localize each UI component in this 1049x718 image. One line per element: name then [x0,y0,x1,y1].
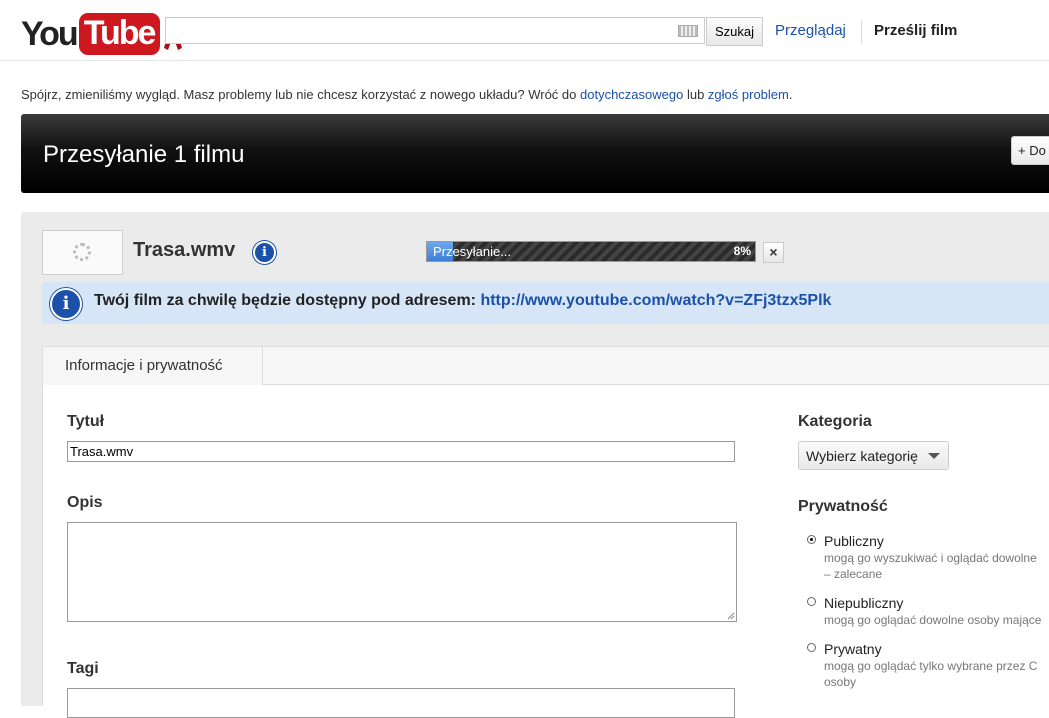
nav-divider [861,20,862,44]
privacy-private-desc: mogą go oglądać tylko wybrane przez C [824,659,1038,673]
page-title: Przesyłanie 1 filmu [43,141,245,168]
privacy-private-label[interactable]: Prywatny [824,641,882,657]
progress-label: Przesyłanie... [433,244,512,259]
category-label: Kategoria [798,413,872,430]
privacy-radio-private[interactable] [807,643,816,652]
tags-label: Tagi [67,660,99,677]
privacy-unlisted-label[interactable]: Niepubliczny [824,595,903,611]
resize-handle-icon[interactable] [727,612,735,620]
upload-item-panel: Trasa.wmv i Przesyłanie... 8% × i Twój f… [21,212,1049,718]
video-thumbnail [42,230,123,275]
info-icon[interactable]: i [253,241,276,264]
description-label: Opis [67,494,103,511]
privacy-public-desc: mogą go wyszukiwać i oglądać dowolne [824,551,1037,565]
layout-notice-middle: lub [683,87,708,102]
cancel-upload-button[interactable]: × [763,242,784,263]
upload-progress-bar: Przesyłanie... 8% [426,241,756,262]
logo-tube-text: Tube [78,13,161,55]
nav-upload-link[interactable]: Prześlij film [874,22,957,39]
layout-notice-end: . [788,87,793,102]
description-field[interactable] [67,522,737,622]
report-problem-link[interactable]: zgłoś problem [708,87,789,102]
old-layout-link[interactable]: dotychczasowego [580,87,683,102]
file-name: Trasa.wmv [133,239,236,261]
search-button[interactable]: Szukaj [706,17,763,46]
privacy-radio-public[interactable] [807,535,816,544]
tags-field[interactable] [67,688,735,718]
layout-notice: Spójrz, zmieniliśmy wygląd. Masz problem… [21,87,792,102]
video-url-label: Twój film za chwilę będzie dostępny pod … [94,292,481,309]
logo-you-text: You [21,14,79,53]
progress-percent: 8% [733,244,751,258]
layout-notice-text: Spójrz, zmieniliśmy wygląd. Masz problem… [21,87,580,102]
search-input[interactable] [165,17,705,44]
chevron-down-icon [928,453,940,459]
video-url-link[interactable]: http://www.youtube.com/watch?v=ZFj3tzx5P… [480,292,831,309]
youtube-logo[interactable]: You Tube [21,10,184,58]
header-divider [0,60,1049,61]
privacy-public-desc-2: – zalecane [824,567,883,581]
tab-info-privacy[interactable]: Informacje i prywatność [43,347,263,385]
privacy-unlisted-desc: mogą go oglądać dowolne osoby mające [824,613,1042,627]
video-url-notice: i Twój film za chwilę będzie dostępny po… [42,282,1049,324]
nav-browse-link[interactable]: Przeglądaj [775,22,846,39]
info-icon-large: i [50,288,82,320]
title-label: Tytuł [67,413,105,430]
tab-strip: Informacje i prywatność [43,347,1049,385]
details-tab-panel: Informacje i prywatność Tytuł Opis Tagi … [42,346,1049,718]
upload-header-bar: Przesyłanie 1 filmu + Do [21,114,1049,193]
title-field[interactable] [67,441,735,462]
privacy-public-label[interactable]: Publiczny [824,533,884,549]
loading-spinner-icon [73,243,91,261]
privacy-radio-unlisted[interactable] [807,597,816,606]
video-url-text: Twój film za chwilę będzie dostępny pod … [94,292,831,310]
add-more-videos-button[interactable]: + Do [1011,136,1049,165]
keyboard-icon[interactable] [678,25,698,37]
privacy-label: Prywatność [798,498,888,515]
category-select[interactable]: Wybierz kategorię [798,441,949,470]
privacy-private-desc-2: osoby [824,675,857,689]
category-select-value: Wybierz kategorię [806,448,918,464]
